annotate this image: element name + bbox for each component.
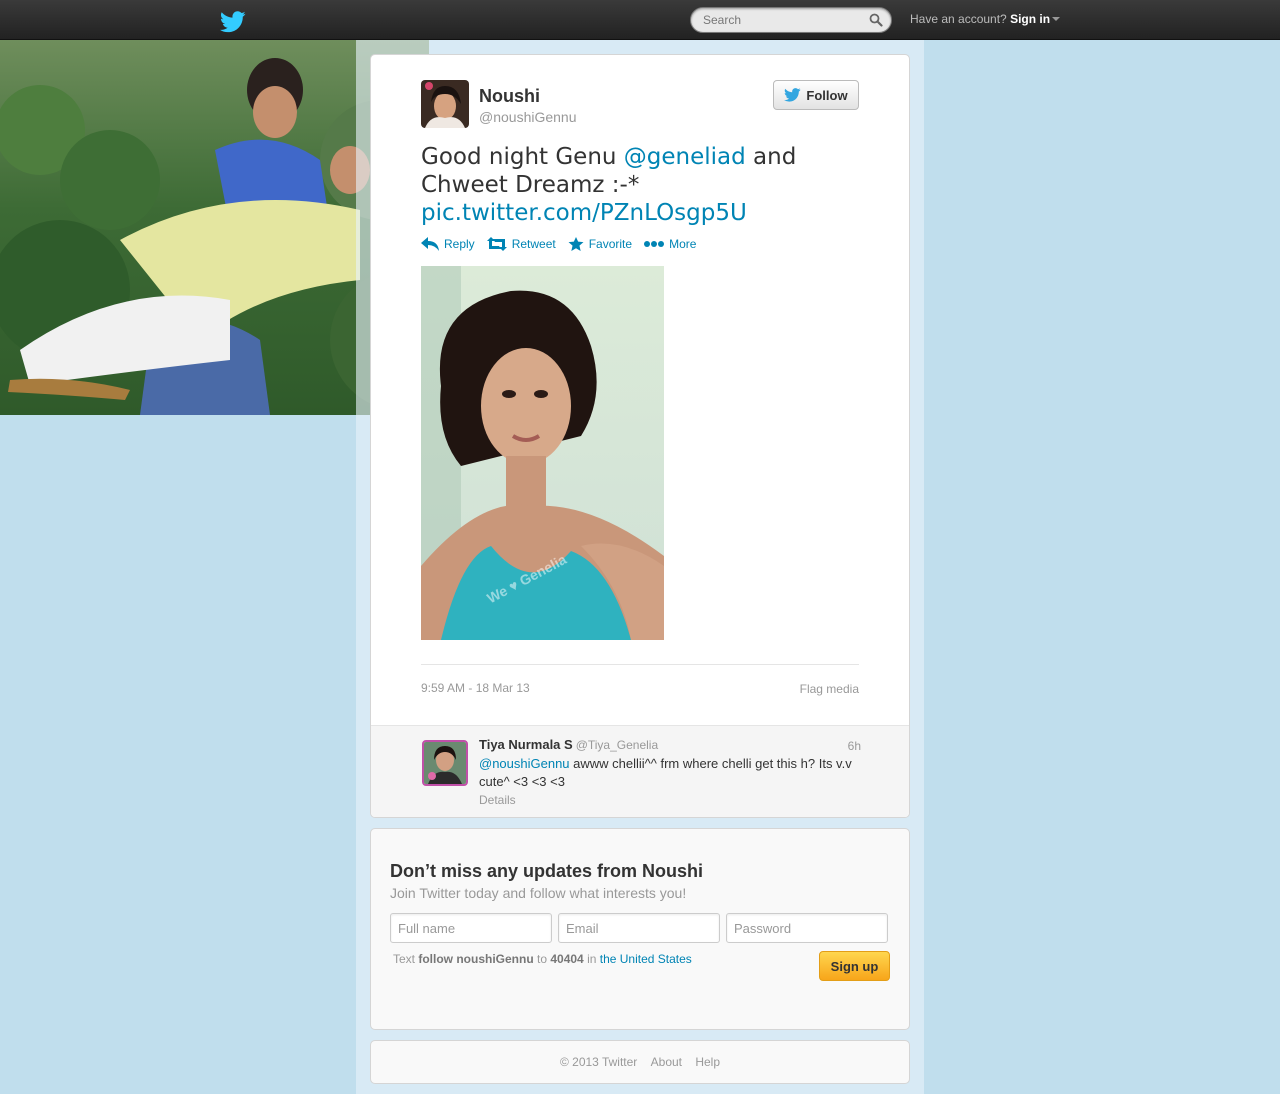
twitter-bird-icon[interactable] <box>220 11 246 33</box>
tweet-text: Good night Genu @geneliad and Chweet Dre… <box>421 143 841 227</box>
tweet-text-part: Good night Genu <box>421 144 624 170</box>
account-prompt: Have an account? <box>910 12 1007 26</box>
reply-author-handle: @Tiya_Genelia <box>575 738 659 752</box>
reply-tweet: Tiya Nurmala S @Tiya_Genelia 6h @noushiGe… <box>371 725 909 817</box>
signup-button[interactable]: Sign up <box>819 951 890 981</box>
search-input[interactable] <box>703 11 863 29</box>
tweet-media-photo[interactable]: We ♥ Genelia <box>421 266 664 640</box>
reply-icon <box>421 237 439 251</box>
top-bar: Have an account? Sign in <box>0 0 1280 40</box>
retweet-action[interactable]: Retweet <box>486 237 556 251</box>
retweet-label: Retweet <box>511 237 556 251</box>
pic-link[interactable]: pic.twitter.com/PZnLOsgp5U <box>421 200 747 226</box>
retweet-icon <box>486 237 507 251</box>
reply-author-name: Tiya Nurmala S <box>479 737 573 752</box>
more-action[interactable]: More <box>644 237 696 251</box>
signup-card: Don’t miss any updates from Noushi Join … <box>370 828 910 1030</box>
footer: © 2013 Twitter About Help <box>370 1040 910 1084</box>
sms-number: 40404 <box>550 952 584 966</box>
sms-follow-text: Text follow noushiGennu to 40404 in the … <box>393 952 692 966</box>
favorite-action[interactable]: Favorite <box>568 237 632 251</box>
author-avatar[interactable] <box>421 80 469 128</box>
search-box <box>690 7 892 33</box>
account-menu: Have an account? Sign in <box>910 12 1061 26</box>
tweet-actions: Reply Retweet Favorite More <box>421 237 696 251</box>
divider <box>421 664 859 665</box>
signup-subtitle: Join Twitter today and follow what inter… <box>390 885 687 901</box>
reply-details-link[interactable]: Details <box>479 793 516 807</box>
fullname-field[interactable] <box>390 913 552 943</box>
about-link[interactable]: About <box>651 1055 682 1069</box>
more-dots-icon <box>644 241 665 247</box>
copyright: © 2013 Twitter <box>559 1055 638 1069</box>
mention-link[interactable]: @geneliad <box>624 144 746 170</box>
tweet-timestamp[interactable]: 9:59 AM - 18 Mar 13 <box>421 681 530 695</box>
reply-mention-link[interactable]: @noushiGennu <box>479 756 570 771</box>
reply-author[interactable]: Tiya Nurmala S @Tiya_Genelia <box>479 737 658 752</box>
search-icon[interactable] <box>869 13 883 27</box>
sms-in: in <box>583 952 600 966</box>
sms-command: follow noushiGennu <box>418 952 534 966</box>
author-handle[interactable]: @noushiGennu <box>479 109 577 125</box>
sms-prefix: Text <box>393 952 419 966</box>
flag-media-link[interactable]: Flag media <box>800 682 859 696</box>
signup-title: Don’t miss any updates from Noushi <box>390 861 704 881</box>
follow-button[interactable]: Follow <box>773 80 859 110</box>
more-label: More <box>669 237 697 251</box>
password-field[interactable] <box>726 913 888 943</box>
chevron-down-icon[interactable] <box>1052 17 1061 21</box>
sms-to: to <box>533 952 551 966</box>
reply-label: Reply <box>444 237 475 251</box>
follow-label: Follow <box>806 87 848 103</box>
tweet-card: Noushi @noushiGennu Follow Good night Ge… <box>370 54 910 818</box>
favorite-label: Favorite <box>588 237 633 251</box>
sms-country-link[interactable]: the United States <box>600 952 692 966</box>
twitter-bird-icon <box>784 88 802 102</box>
reply-time[interactable]: 6h <box>848 739 861 753</box>
reply-text: @noushiGennu awww chellii^^ frm where ch… <box>479 755 864 791</box>
email-field[interactable] <box>558 913 720 943</box>
reply-action[interactable]: Reply <box>421 237 475 251</box>
author-name[interactable]: Noushi <box>479 86 540 107</box>
reply-avatar[interactable] <box>422 740 468 786</box>
help-link[interactable]: Help <box>695 1055 720 1069</box>
signin-link[interactable]: Sign in <box>1010 12 1050 26</box>
star-icon <box>568 237 584 251</box>
